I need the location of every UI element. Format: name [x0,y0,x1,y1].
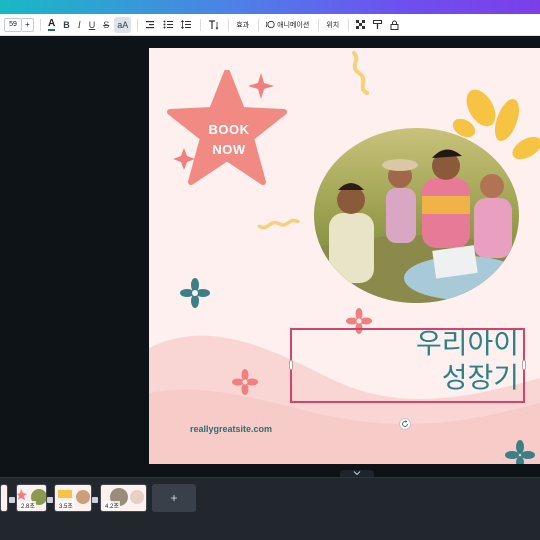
page-thumbnail-4[interactable]: 4.2초 [100,484,147,512]
transparency-icon [356,20,366,29]
italic-button[interactable]: I [75,17,84,33]
divider [258,18,260,31]
resize-handle-right[interactable] [522,360,526,370]
chevron-down-icon [353,471,361,476]
divider [318,18,320,31]
page-duration: 3.5초 [58,501,74,510]
paint-format-button[interactable] [370,17,385,33]
divider [40,18,41,31]
divider [137,18,139,31]
page-duration: 4.2초 [104,501,120,510]
font-size-input[interactable]: 59 [4,17,22,32]
lock-button[interactable] [387,17,402,33]
family-photo[interactable] [314,128,519,303]
divider [228,18,230,31]
divider [200,18,202,31]
text-color-button[interactable]: A [45,17,58,33]
align-right-icon [146,21,155,29]
website-text: reallygreatsite.com [190,424,273,434]
rotate-handle[interactable] [399,418,411,430]
align-right-button[interactable] [142,17,158,33]
text-direction-icon [209,19,219,30]
design-page[interactable]: BOOK NOW 우리아이 성장기 reallygreatsite.com [149,48,540,464]
list-icon [163,20,174,29]
position-button[interactable]: 위치 [323,17,342,33]
underline-button[interactable]: U [86,17,99,33]
page-duration: 2.8초 [20,501,36,510]
heading-line-1[interactable]: 우리아이 [416,328,519,360]
page-transition-marker[interactable] [9,497,15,503]
top-gradient-bar [0,0,540,14]
book-line: BOOK [208,122,250,137]
animate-button[interactable]: 애니메이션 [263,17,312,33]
effects-button[interactable]: 효과 [233,17,252,33]
heading-line-2[interactable]: 성장기 [442,362,519,394]
rotate-icon [402,420,408,427]
strikethrough-button[interactable]: S [100,17,112,33]
page-thumbnail-3[interactable]: 3.5초 [54,484,92,512]
heading-textbox-selected[interactable]: 우리아이 성장기 [289,328,526,403]
divider [348,18,350,31]
spacing-icon [181,20,192,29]
book-now-text: BOOK NOW [189,120,269,160]
text-toolbar: 59 + A B I U S aA 효과 애니메이션 위치 [0,14,540,36]
page-thumbnail-2[interactable]: 2.8초 [16,484,47,512]
now-line: NOW [212,142,246,157]
photo-illustration [314,128,519,303]
letter-case-button[interactable]: aA [114,16,132,33]
paint-roller-icon [373,19,383,29]
animate-label: 애니메이션 [277,21,310,29]
bulleted-list-button[interactable] [160,17,176,33]
add-page-button[interactable]: + [152,484,196,512]
bold-button[interactable]: B [60,17,73,33]
font-size-increase-button[interactable]: + [22,17,34,32]
text-color-icon: A [48,17,56,31]
lock-icon [390,20,399,30]
spacing-button[interactable] [178,17,194,33]
page-transition-marker[interactable] [92,497,98,503]
page-transition-marker[interactable] [47,497,53,503]
vertical-text-button[interactable] [205,17,222,33]
page-thumbnail-1[interactable] [0,484,8,512]
transparency-button[interactable] [353,17,368,33]
resize-handle-left[interactable] [289,360,293,370]
animate-icon [266,20,275,29]
